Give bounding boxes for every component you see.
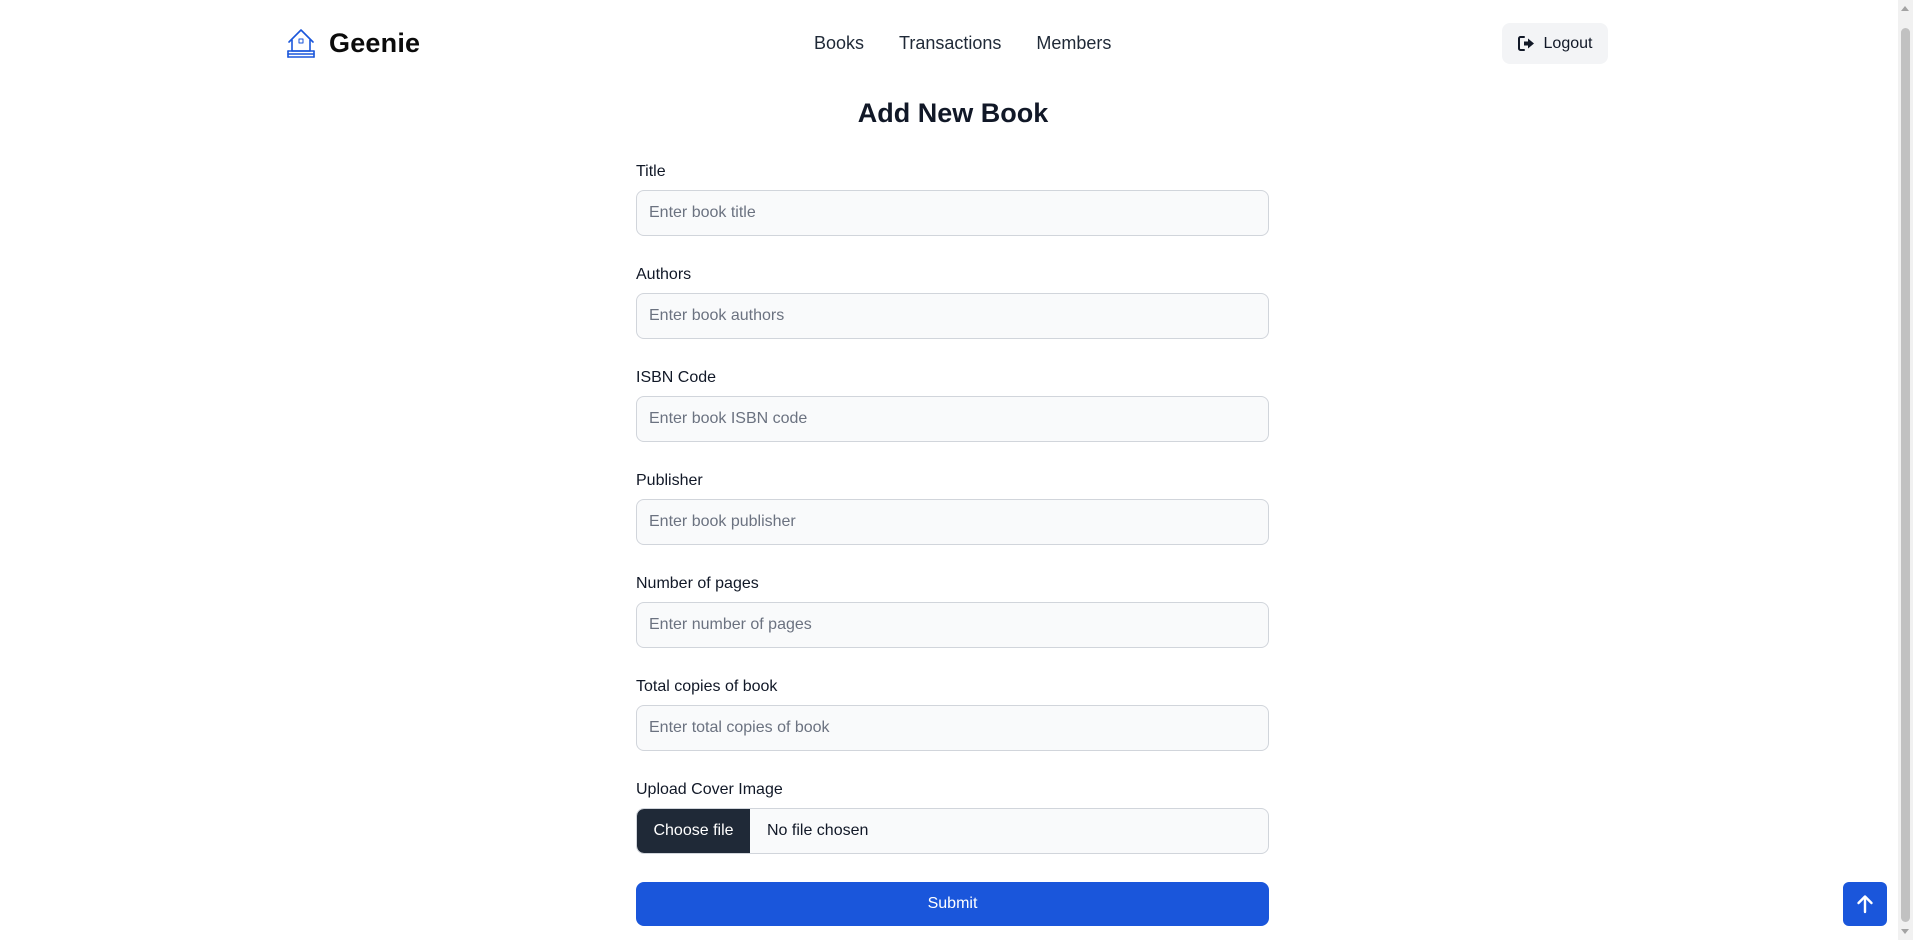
scrollbar-thumb[interactable] — [1901, 28, 1910, 922]
nav-link-members[interactable]: Members — [1036, 33, 1111, 54]
field-label: Number of pages — [636, 575, 759, 592]
logout-button[interactable]: Logout — [1502, 23, 1608, 64]
house-books-icon — [287, 29, 315, 58]
brand-name: Geenie — [329, 27, 421, 58]
cover-file-input[interactable]: Choose file No file chosen — [636, 808, 1269, 854]
scroll-up-arrow-icon[interactable] — [1901, 6, 1909, 11]
top-navbar: Geenie Books Transactions Members Logout — [0, 0, 1898, 86]
vertical-scrollbar[interactable] — [1898, 0, 1913, 940]
field-authors: Authors — [636, 265, 1269, 368]
scroll-to-top-button[interactable] — [1843, 882, 1887, 926]
page: Geenie Books Transactions Members Logout… — [0, 0, 1913, 940]
nav-link-transactions[interactable]: Transactions — [899, 33, 1001, 54]
nav-link-books[interactable]: Books — [814, 33, 864, 54]
add-book-form: Title Authors ISBN Code Publisher Number… — [636, 162, 1269, 883]
scroll-down-arrow-icon[interactable] — [1901, 929, 1909, 934]
field-label: Upload Cover Image — [636, 781, 783, 798]
field-isbn: ISBN Code — [636, 368, 1269, 471]
file-status: No file chosen — [767, 822, 869, 839]
field-copies: Total copies of book — [636, 677, 1269, 780]
isbn-input[interactable] — [636, 396, 1269, 442]
pages-input[interactable] — [636, 602, 1269, 648]
publisher-input[interactable] — [636, 499, 1269, 545]
arrow-up-icon — [1857, 895, 1873, 914]
title-input[interactable] — [636, 190, 1269, 236]
field-label: ISBN Code — [636, 369, 717, 386]
submit-button[interactable]: Submit — [636, 882, 1269, 926]
logout-label: Logout — [1543, 34, 1593, 52]
field-label: Title — [636, 163, 666, 180]
field-pages: Number of pages — [636, 574, 1269, 677]
choose-file-button[interactable]: Choose file — [637, 809, 750, 853]
field-cover-upload: Upload Cover Image Choose file No file c… — [636, 780, 1269, 883]
field-label: Total copies of book — [636, 678, 778, 695]
page-title: Add New Book — [857, 98, 1049, 128]
field-publisher: Publisher — [636, 471, 1269, 574]
copies-input[interactable] — [636, 705, 1269, 751]
authors-input[interactable] — [636, 293, 1269, 339]
sign-out-icon — [1517, 36, 1534, 51]
brand[interactable]: Geenie — [285, 26, 420, 60]
main-nav: Books Transactions Members — [814, 33, 1111, 54]
field-label: Authors — [636, 266, 692, 283]
field-title: Title — [636, 162, 1269, 265]
field-label: Publisher — [636, 472, 703, 489]
